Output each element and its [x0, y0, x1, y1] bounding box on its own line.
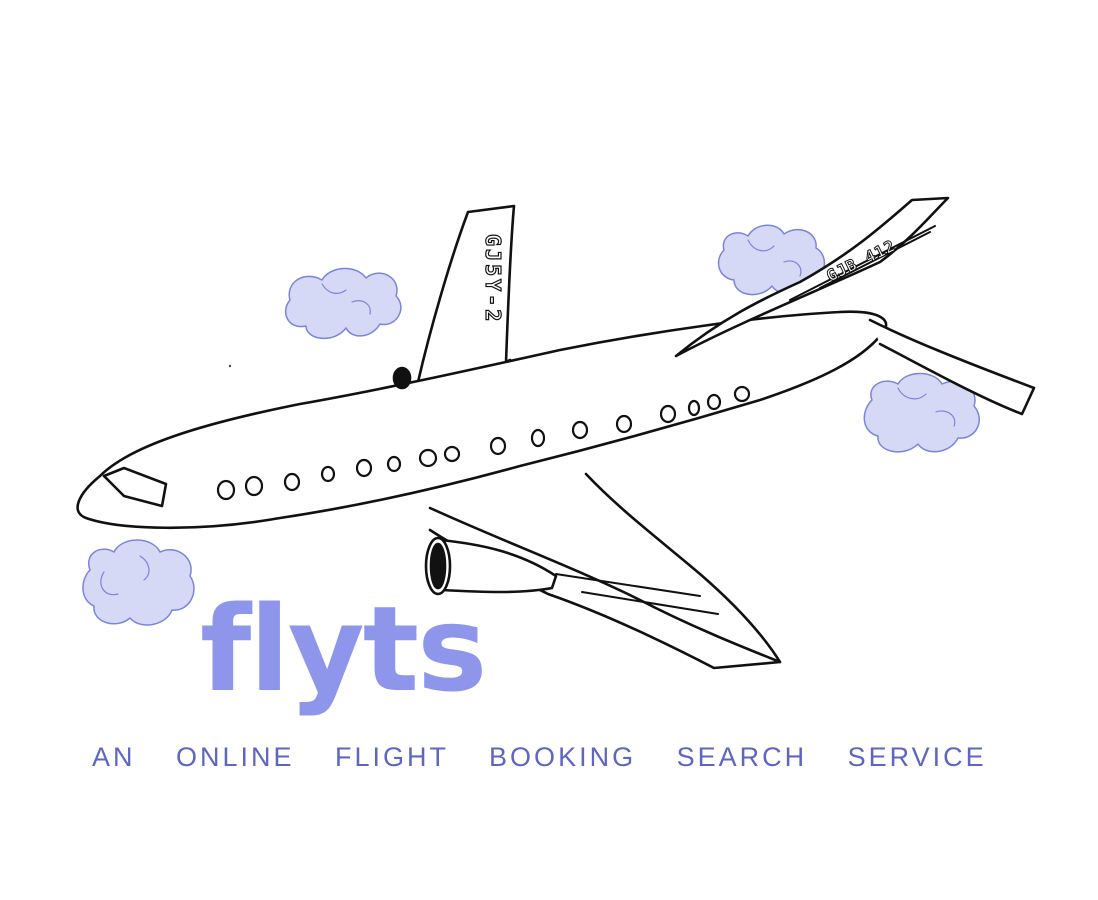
brand-logo: flyts — [200, 580, 487, 718]
cloud-bottom-left — [82, 539, 195, 626]
fin-registration: GJ5Y-2 — [481, 234, 505, 324]
brand-tagline: AN ONLINE FLIGHT BOOKING SEARCH SERVICE — [92, 742, 987, 772]
cloud-top-left — [285, 267, 402, 339]
